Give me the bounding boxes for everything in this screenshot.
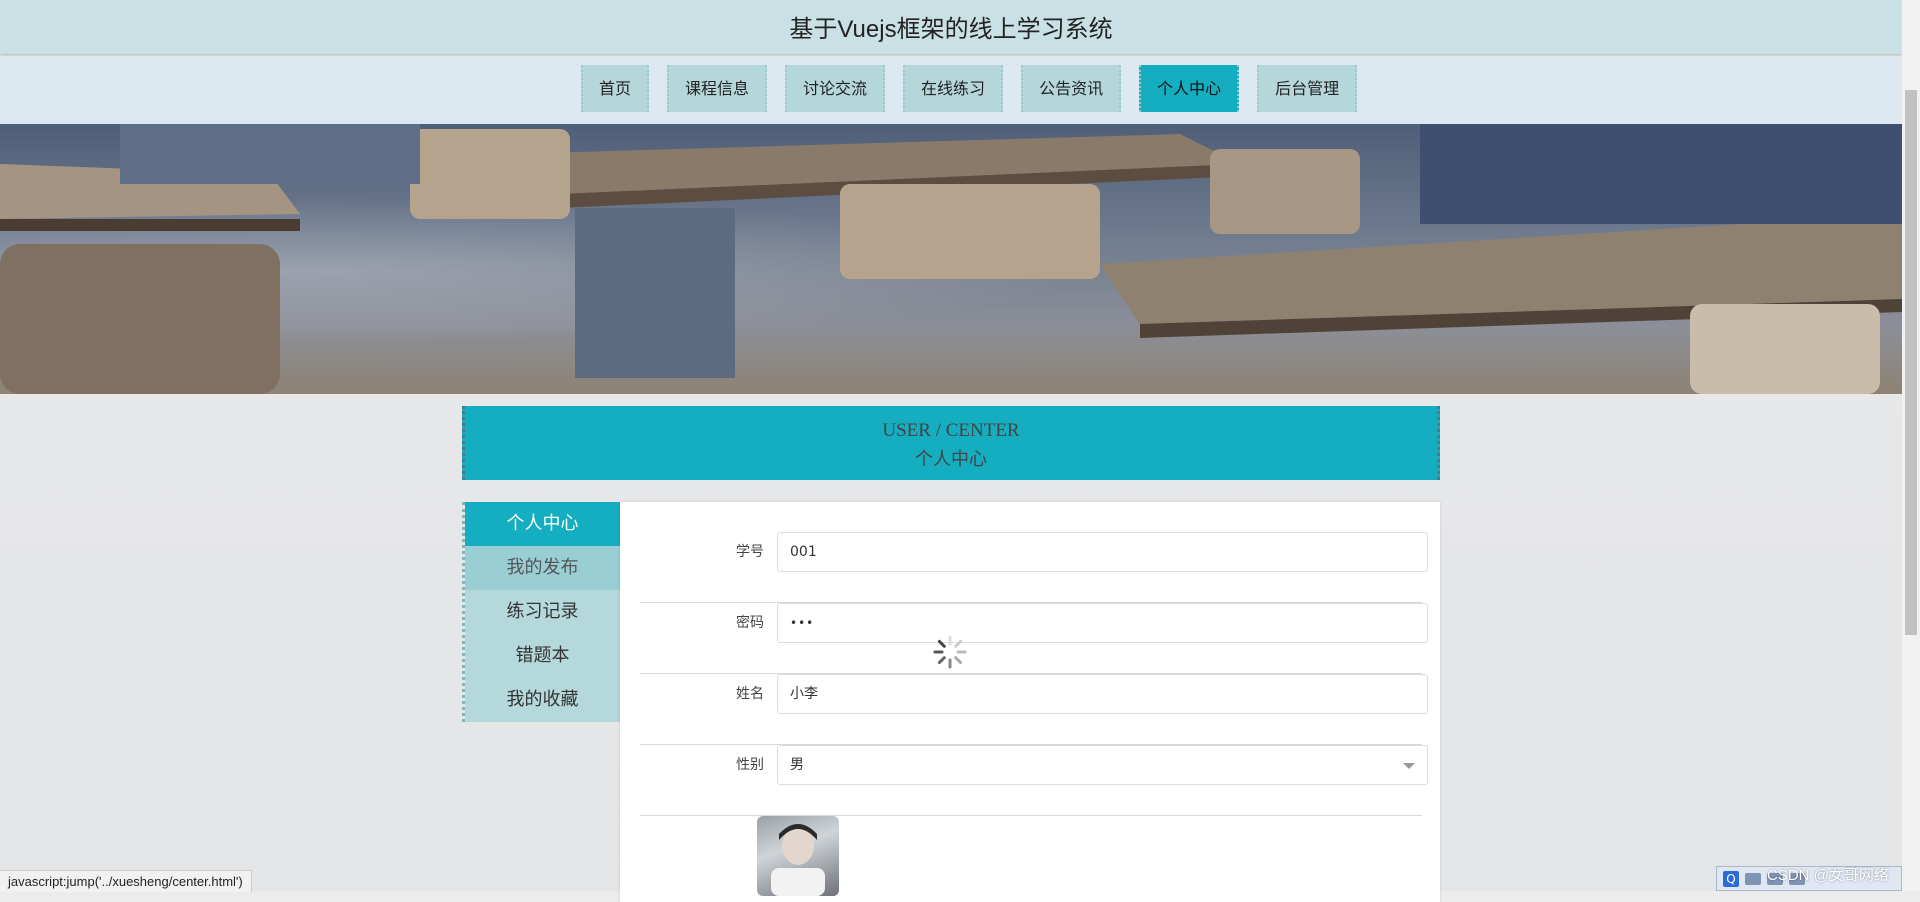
- chevron-down-icon: [1403, 763, 1415, 769]
- profile-form-panel: 学号 001 密码 ••• 姓名 小李 性别 男: [620, 502, 1440, 902]
- gender-label: 性别: [736, 757, 764, 773]
- site-title: 基于Vuejs框架的线上学习系统: [789, 16, 1113, 43]
- browser-status-bar: javascript:jump('../xuesheng/center.html…: [0, 870, 252, 892]
- page-scrollbar[interactable]: [1902, 0, 1920, 891]
- loading-spinner-icon: [933, 635, 967, 669]
- password-input[interactable]: •••: [777, 603, 1428, 643]
- tray-app-icon[interactable]: Q: [1723, 870, 1739, 887]
- side-item-wrong-questions[interactable]: 错题本: [465, 634, 620, 678]
- nav-item-home[interactable]: 首页: [581, 65, 650, 112]
- header-title-en: USER / CENTER: [882, 420, 1020, 441]
- avatar[interactable]: [757, 816, 839, 896]
- gender-select-value: 男: [790, 757, 804, 773]
- avatar-photo: [771, 824, 825, 896]
- header-title-zh: 个人中心: [915, 449, 987, 469]
- student-id-input[interactable]: 001: [777, 532, 1428, 572]
- user-center-header: USER / CENTER 个人中心: [462, 406, 1440, 480]
- tray-keyboard-icon[interactable]: [1745, 872, 1761, 885]
- form-row-password: 密码 •••: [640, 603, 1428, 674]
- classroom-banner-image: [0, 124, 1902, 394]
- gender-select[interactable]: 男: [777, 745, 1428, 785]
- form-row-name: 姓名 小李: [640, 674, 1428, 745]
- scrollbar-thumb[interactable]: [1905, 90, 1917, 635]
- student-id-label: 学号: [736, 544, 764, 560]
- password-label: 密码: [736, 615, 764, 631]
- side-item-favorites[interactable]: 我的收藏: [465, 678, 620, 722]
- name-label: 姓名: [736, 686, 764, 702]
- side-item-practice-records[interactable]: 练习记录: [465, 590, 620, 634]
- name-input[interactable]: 小李: [777, 674, 1428, 714]
- watermark-text: CSDN @女哥网络: [1767, 867, 1889, 884]
- form-row-gender: 性别 男: [640, 745, 1428, 816]
- nav-item-discussion[interactable]: 讨论交流: [785, 65, 886, 112]
- nav-item-courses[interactable]: 课程信息: [667, 65, 768, 112]
- nav-item-news[interactable]: 公告资讯: [1021, 65, 1122, 112]
- side-item-user-center[interactable]: 个人中心: [465, 502, 620, 546]
- classroom-illustration: [0, 124, 1902, 394]
- nav-item-user-center[interactable]: 个人中心: [1139, 65, 1240, 112]
- nav-item-practice[interactable]: 在线练习: [903, 65, 1004, 112]
- side-menu: 个人中心 我的发布 练习记录 错题本 我的收藏: [462, 502, 620, 722]
- nav-item-admin[interactable]: 后台管理: [1257, 65, 1358, 112]
- top-header: 基于Vuejs框架的线上学习系统: [0, 0, 1902, 54]
- main-nav: 首页 课程信息 讨论交流 在线练习 公告资讯 个人中心 后台管理: [0, 56, 1902, 124]
- form-row-student-id: 学号 001: [640, 532, 1428, 603]
- side-item-my-posts[interactable]: 我的发布: [465, 546, 620, 590]
